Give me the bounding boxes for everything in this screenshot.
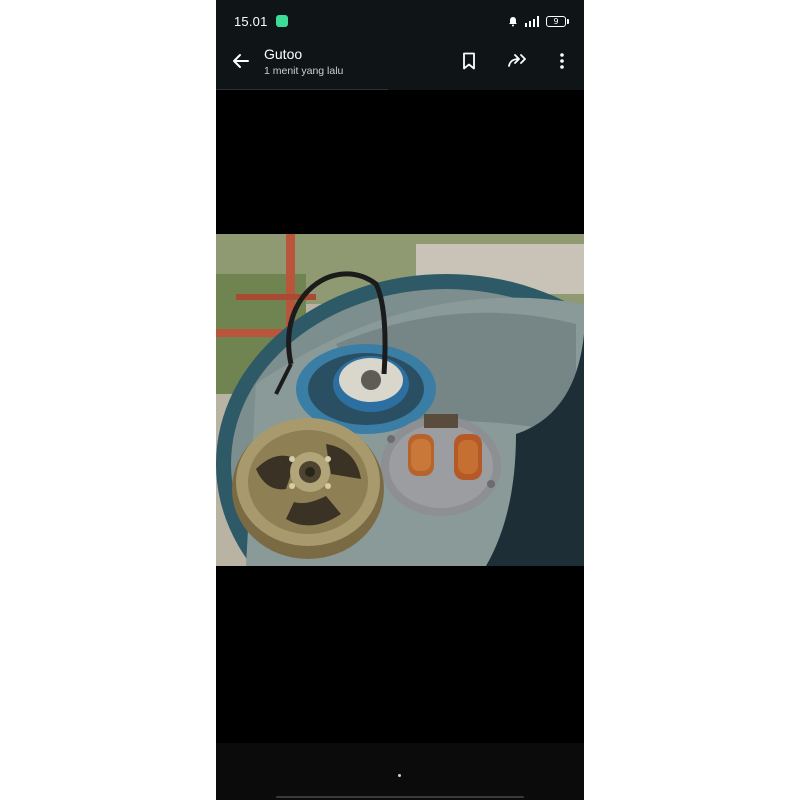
contact-name: Gutoo <box>264 46 303 62</box>
bookmark-icon <box>461 52 477 75</box>
forward-icon <box>507 53 529 74</box>
more-options-button[interactable] <box>549 50 575 76</box>
back-arrow-icon <box>232 52 250 75</box>
bottom-area <box>216 743 584 800</box>
message-timestamp: 1 menit yang lalu <box>264 65 344 77</box>
media-viewer[interactable] <box>216 90 584 743</box>
photo-illustration <box>216 234 584 566</box>
status-icons: 9 <box>508 13 569 29</box>
app-notification-icon <box>276 15 288 27</box>
signal-icon <box>524 15 540 27</box>
more-vertical-icon <box>559 52 565 75</box>
bookmark-button[interactable] <box>456 50 482 76</box>
phone-screen: 15.01 9 Gutoo 1 menit yang lalu <box>216 0 584 800</box>
viewer-toolbar: Gutoo 1 menit yang lalu <box>216 44 584 90</box>
battery-icon: 9 <box>546 15 569 27</box>
back-button[interactable] <box>228 50 254 76</box>
shared-photo[interactable] <box>216 234 584 566</box>
bell-icon <box>508 16 518 27</box>
gesture-navigation-bar[interactable] <box>276 796 524 798</box>
status-time: 15.01 <box>234 14 268 29</box>
page-indicator-dot <box>398 774 401 777</box>
forward-button[interactable] <box>505 50 531 76</box>
status-bar: 15.01 9 <box>216 0 584 44</box>
